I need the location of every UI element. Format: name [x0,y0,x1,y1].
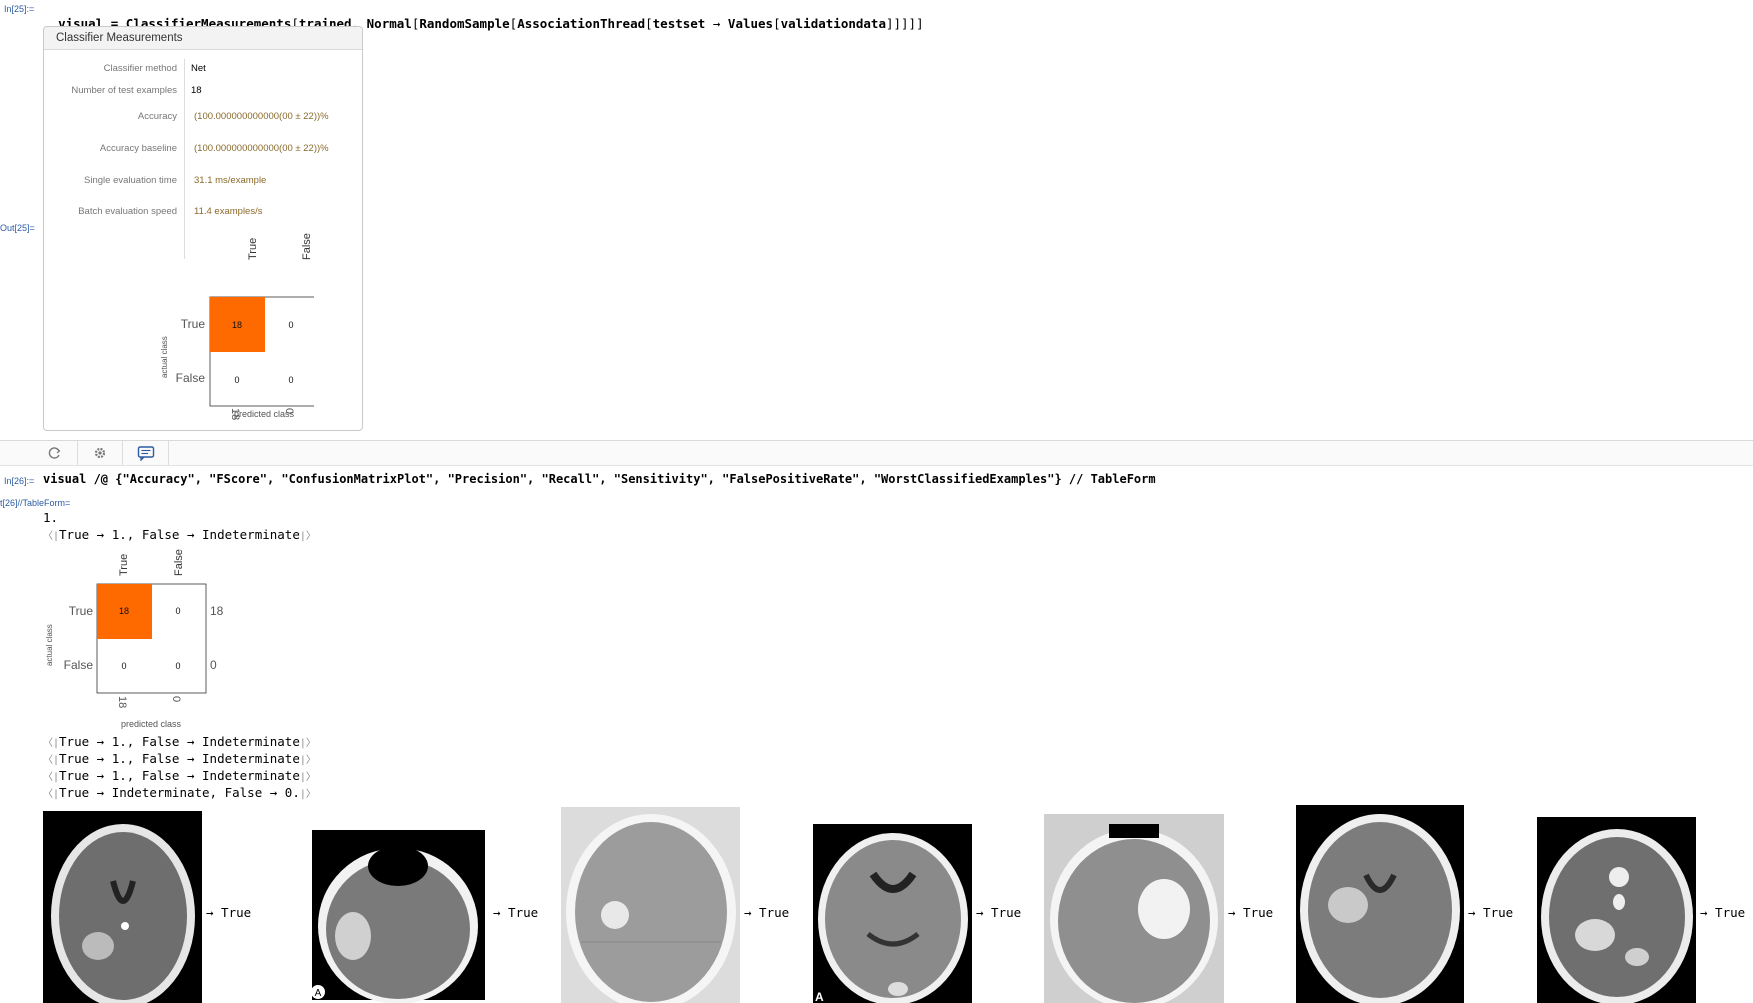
panel-header[interactable]: Classifier Measurements [44,27,362,50]
cm2-value-tf: 0 [175,606,180,616]
result-precision: 〈|True → 1., False → Indeterminate|〉 [43,734,316,749]
confusion-matrix-plot: True False 18 0 0 0 True False 18 0 18 0… [160,233,314,420]
chat-icon [137,446,155,461]
cm2-value-ff: 0 [175,661,180,671]
row-value-method: Net [191,63,206,74]
cm2-col-label-true: True [118,554,130,576]
cm2-xlabel: predicted class [121,719,182,729]
classifier-measurements-panel: Classifier Measurements Classifier metho… [43,26,363,431]
row-label-accuracy: Accuracy [137,111,177,122]
row-value-accuracy: (100.000000000000(00 ± 22))% [194,111,329,122]
row-value-eval-time: 31.1 ms/example [194,175,267,186]
ct-scan-6-label: → True [1468,905,1514,920]
cm-col-label-true: True [247,238,259,260]
row-label-eval-speed: Batch evaluation speed [78,206,177,217]
cm2-col-total-true: 18 [116,696,128,708]
ct-scan-6 [1296,805,1464,1003]
cm-value-tf: 0 [288,320,293,330]
ct-scan-3 [561,807,740,1003]
cm-col-label-false: False [301,233,313,260]
ct-scan-5-label: → True [1228,905,1274,920]
row-label-eval-time: Single evaluation time [84,175,177,186]
input-label-25: In[25]:= [4,4,35,14]
result-false-positive-rate: 〈|True → Indeterminate, False → 0.|〉 [43,785,316,800]
ct-scan-4-marker: A [815,990,824,1003]
result-recall: 〈|True → 1., False → Indeterminate|〉 [43,751,316,766]
cm-xlabel: predicted class [234,409,295,419]
ct-scan-7 [1537,817,1696,1003]
row-label-num-examples: Number of test examples [71,85,177,96]
cm-value-tt: 18 [232,320,242,330]
panel-title: Classifier Measurements [56,32,183,44]
gear-icon [94,447,106,459]
cm2-col-total-false: 0 [170,696,182,702]
ct-scan-7-label: → True [1700,905,1746,920]
svg-text:A: A [315,988,322,999]
ct-scan-4: A [813,824,972,1003]
result-accuracy: 1. [43,510,59,525]
cm2-value-ft: 0 [121,661,126,671]
row-label-accuracy-baseline: Accuracy baseline [99,143,177,154]
row-value-num-examples: 18 [191,85,202,96]
cm2-value-tt: 18 [119,606,129,616]
toolbar-settings-button[interactable] [78,441,123,465]
ct-scan-1 [43,811,202,1003]
cm2-row-total-true: 18 [210,604,224,618]
ct-scan-2: A [308,826,489,1003]
cm-row-label-false: False [176,371,206,385]
confusion-matrix-plot-2: True False 18 0 0 0 True False 18 0 18 0… [45,549,224,729]
ct-scan-3-label: → True [744,905,790,920]
cm2-row-label-true: True [69,604,94,618]
ct-scan-4-label: → True [976,905,1022,920]
cm-row-label-true: True [181,317,206,331]
cm2-row-label-false: False [64,658,94,672]
ct-scan-5 [1044,814,1224,1003]
cm2-ylabel: actual class [45,624,54,666]
toolbar-refresh-button[interactable] [33,441,78,465]
cell-toolbar [0,440,1753,466]
panel-divider [184,59,185,259]
input-label-26: In[26]:= [4,476,35,486]
row-label-method: Classifier method [103,63,177,74]
output-label-26: t[26]//TableForm= [0,498,71,508]
ct-scan-1-label: → True [206,905,252,920]
refresh-icon [48,447,61,459]
result-sensitivity: 〈|True → 1., False → Indeterminate|〉 [43,768,316,783]
cm2-col-label-false: False [173,549,185,576]
row-value-eval-speed: 11.4 examples/s [194,206,263,217]
toolbar-chat-button[interactable] [124,441,169,465]
cm-ylabel: actual class [160,336,169,378]
ct-scan-2-label: → True [493,905,539,920]
cm-value-ff: 0 [288,375,293,385]
cm-value-ft: 0 [234,375,239,385]
row-value-accuracy-baseline: (100.000000000000(00 ± 22))% [194,143,329,154]
cm2-row-total-false: 0 [210,658,217,672]
input-code-26[interactable]: visual /@ {"Accuracy", "FScore", "Confus… [43,472,1156,486]
output-label-25: Out[25]= [0,223,35,233]
